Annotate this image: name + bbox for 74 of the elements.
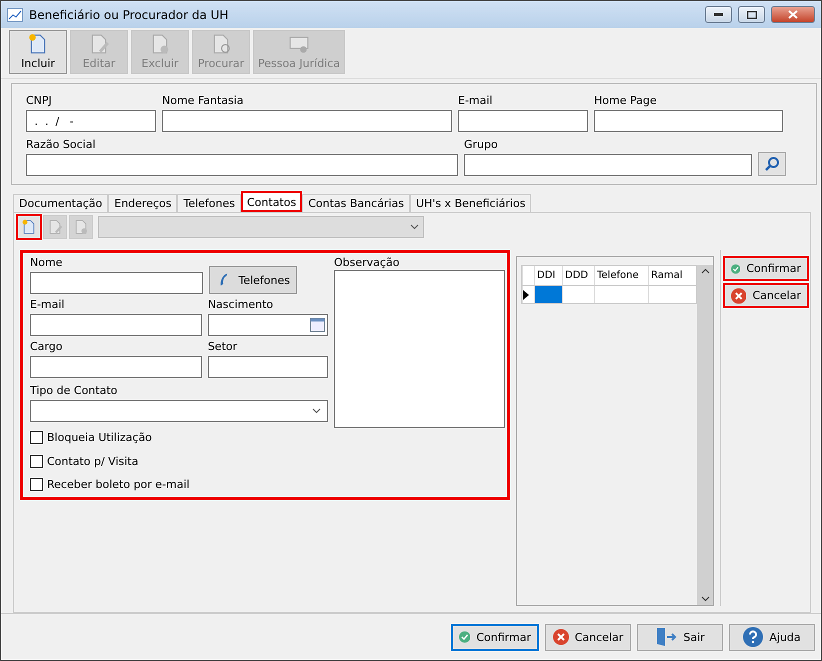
cancel-button[interactable]: Cancelar bbox=[545, 624, 631, 651]
close-icon bbox=[731, 288, 746, 304]
tab[interactable]: Contatos bbox=[241, 191, 302, 212]
input-field[interactable] bbox=[162, 110, 452, 132]
field-label: E-mail bbox=[458, 94, 494, 108]
vertical-scrollbar[interactable] bbox=[697, 265, 713, 606]
column-header: DDI bbox=[534, 266, 562, 286]
close-icon bbox=[788, 10, 798, 20]
tab[interactable]: Endereços bbox=[108, 194, 178, 212]
toolbar-button[interactable] bbox=[17, 215, 41, 240]
minimize-button[interactable] bbox=[705, 6, 732, 24]
search-icon bbox=[764, 156, 780, 172]
column-header: DDD bbox=[562, 266, 594, 286]
input-field[interactable] bbox=[30, 356, 202, 378]
field-label: Nascimento bbox=[208, 298, 274, 312]
input-field[interactable]: . . / - bbox=[26, 110, 156, 132]
exit-button[interactable]: Sair bbox=[637, 624, 723, 651]
checkbox-label: Receber boleto por e-mail bbox=[47, 478, 190, 492]
checkbox[interactable] bbox=[30, 454, 43, 468]
field-label: Tipo de Contato bbox=[30, 384, 118, 398]
input-field[interactable] bbox=[30, 272, 203, 294]
cancel-button[interactable]: Cancelar bbox=[723, 283, 809, 308]
input-field[interactable] bbox=[30, 314, 202, 336]
column-header: Telefone bbox=[594, 266, 648, 286]
chart-icon bbox=[7, 8, 23, 22]
tab[interactable]: Telefones bbox=[177, 194, 241, 212]
input-field[interactable] bbox=[26, 154, 458, 176]
field-label: E-mail bbox=[30, 298, 66, 312]
field-label: Observação bbox=[334, 256, 400, 270]
close-button[interactable] bbox=[771, 6, 815, 24]
dropdown-field[interactable] bbox=[30, 400, 328, 422]
edit-document-icon bbox=[47, 219, 63, 236]
field-label: CNPJ bbox=[26, 94, 53, 108]
phones-button[interactable]: Telefones bbox=[209, 266, 297, 294]
help-icon bbox=[743, 627, 764, 648]
row-pointer-icon bbox=[523, 290, 529, 300]
toolbar-button[interactable]: Incluir bbox=[9, 30, 67, 74]
input-field[interactable] bbox=[464, 154, 752, 176]
new-document-icon bbox=[21, 219, 37, 236]
column-header: Ramal bbox=[648, 266, 693, 286]
field-label: Nome bbox=[30, 256, 64, 270]
date-field[interactable] bbox=[208, 314, 328, 336]
tab[interactable]: Documentação bbox=[13, 194, 108, 212]
window-title: Beneficiário ou Procurador da UH bbox=[29, 8, 230, 22]
maximize-button[interactable] bbox=[738, 6, 765, 24]
maximize-icon bbox=[746, 10, 756, 19]
grid-cell[interactable] bbox=[534, 286, 562, 304]
confirm-button[interactable]: Confirmar bbox=[723, 256, 809, 282]
input-field[interactable] bbox=[208, 356, 328, 378]
input-field[interactable] bbox=[458, 110, 588, 132]
exit-door-icon bbox=[655, 627, 678, 648]
calendar-icon bbox=[310, 318, 325, 332]
memo-field[interactable] bbox=[334, 270, 505, 428]
help-button[interactable]: Ajuda bbox=[729, 624, 815, 651]
checkbox[interactable] bbox=[30, 478, 43, 492]
checkbox[interactable] bbox=[30, 431, 43, 444]
tab[interactable]: Contas Bancárias bbox=[302, 194, 410, 212]
field-label: Home Page bbox=[594, 94, 658, 108]
field-label: Cargo bbox=[30, 340, 64, 354]
field-label: Razão Social bbox=[26, 138, 96, 152]
field-label: Nome Fantasia bbox=[162, 94, 245, 108]
input-field[interactable] bbox=[594, 110, 783, 132]
dropdown-field[interactable] bbox=[98, 216, 424, 238]
close-icon bbox=[552, 629, 569, 646]
delete-document-icon bbox=[73, 219, 89, 236]
search-button[interactable] bbox=[758, 152, 786, 176]
checkbox-label: Bloqueia Utilização bbox=[47, 431, 152, 444]
minimize-icon bbox=[714, 13, 723, 16]
checkbox-label: Contato p/ Visita bbox=[47, 454, 138, 468]
field-label: Grupo bbox=[464, 138, 499, 152]
confirm-button[interactable]: Confirmar bbox=[451, 624, 539, 651]
tab[interactable]: UH's x Beneficiários bbox=[410, 194, 532, 212]
check-icon bbox=[459, 629, 470, 646]
field-label: Setor bbox=[208, 340, 238, 354]
